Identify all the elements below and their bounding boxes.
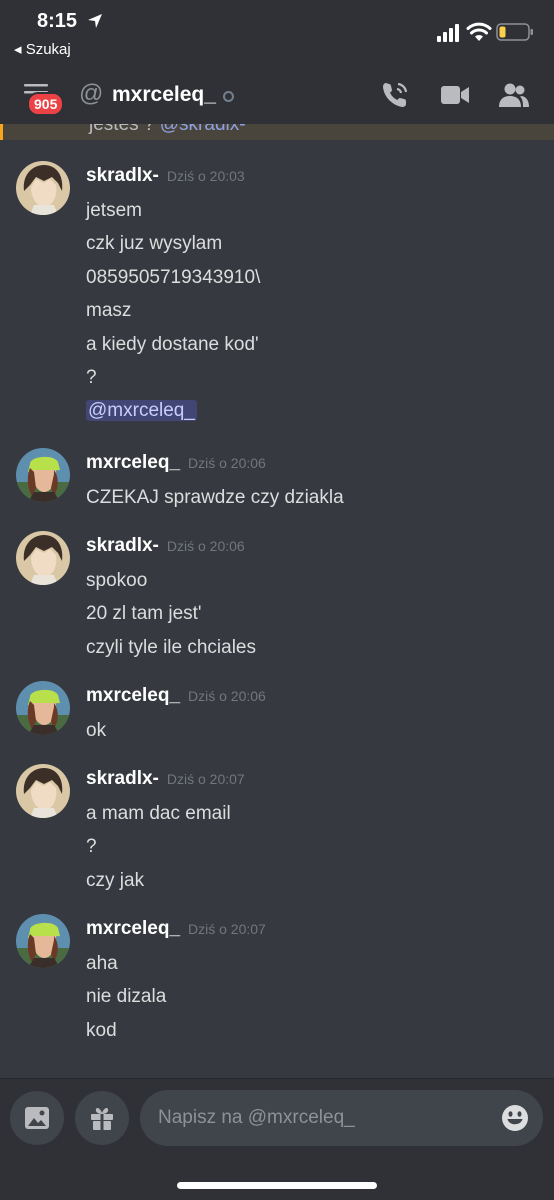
image-icon xyxy=(25,1107,49,1129)
emoji-icon[interactable] xyxy=(500,1103,530,1133)
message-text: czk juz wysylam xyxy=(86,233,223,255)
message-list[interactable]: jesteś ? @skradlx- skradlx- Dziś o 20:03 … xyxy=(0,124,554,1078)
cellular-signal-icon xyxy=(437,24,459,42)
reply-preview-text: jesteś ? @skradlx- xyxy=(89,124,246,136)
message-text: 0859505719343910\ xyxy=(86,266,261,288)
message-text: masz xyxy=(86,300,132,322)
avatar-mxrceleq[interactable] xyxy=(16,448,70,502)
author-name[interactable]: skradlx- xyxy=(86,165,159,186)
location-arrow-icon xyxy=(88,14,102,28)
battery-icon xyxy=(496,23,533,41)
message-input[interactable] xyxy=(158,1090,488,1146)
message-timestamp: Dziś o 20:06 xyxy=(188,688,266,704)
message-mention-line: @mxrceleq_ xyxy=(86,394,260,427)
reply-preview-mention: @skradlx- xyxy=(159,124,246,135)
attach-image-button[interactable] xyxy=(10,1091,64,1145)
message-text: aha xyxy=(86,953,118,974)
gift-button[interactable] xyxy=(75,1091,129,1145)
message-text: ok xyxy=(86,720,107,741)
reply-preview-body: jesteś ? xyxy=(89,124,160,135)
gift-icon xyxy=(91,1108,113,1130)
avatar-skradlx[interactable] xyxy=(16,764,70,818)
highlighted-message-preview: jesteś ? @skradlx- xyxy=(0,124,554,140)
message-text: czyli tyle ile chciales xyxy=(86,636,256,658)
message-text: 20 zl tam jest' xyxy=(86,603,202,625)
home-indicator xyxy=(177,1182,377,1189)
message-text: a mam dac email xyxy=(86,803,231,824)
message-text: spokoo xyxy=(86,570,148,591)
author-name[interactable]: mxrceleq_ xyxy=(86,452,180,473)
message-header: mxrceleq_ Dziś o 20:06 xyxy=(86,452,266,474)
message-text: kod xyxy=(86,1019,117,1041)
message-input-container xyxy=(140,1090,543,1146)
status-time: 8:15 xyxy=(37,10,78,32)
message-text: ? xyxy=(86,836,97,858)
message-text: ? xyxy=(86,367,97,389)
message-header: skradlx- Dziś o 20:03 xyxy=(86,165,245,187)
author-name[interactable]: mxrceleq_ xyxy=(86,918,180,939)
message-header: mxrceleq_ Dziś o 20:06 xyxy=(86,685,266,707)
status-bar: 8:15 ◂ Szukaj xyxy=(0,0,554,70)
avatar-mxrceleq[interactable] xyxy=(16,914,70,968)
at-sign-icon: @ xyxy=(79,80,104,107)
message-timestamp: Dziś o 20:06 xyxy=(188,455,266,471)
message-text: nie dizala xyxy=(86,986,167,1008)
message-header: skradlx- Dziś o 20:06 xyxy=(86,535,245,557)
channel-title[interactable]: mxrceleq_ xyxy=(112,83,216,107)
author-name[interactable]: skradlx- xyxy=(86,768,159,789)
avatar-skradlx[interactable] xyxy=(16,161,70,215)
message-header: mxrceleq_ Dziś o 20:07 xyxy=(86,918,266,940)
message-timestamp: Dziś o 20:07 xyxy=(188,921,266,937)
video-call-icon[interactable] xyxy=(440,83,470,107)
message-timestamp: Dziś o 20:03 xyxy=(166,168,245,184)
voice-call-icon[interactable] xyxy=(380,80,410,110)
message-text: czy jak xyxy=(86,869,145,891)
author-name[interactable]: skradlx- xyxy=(86,535,159,556)
message-timestamp: Dziś o 20:07 xyxy=(166,771,245,787)
message-header: skradlx- Dziś o 20:07 xyxy=(86,768,245,790)
back-to-search-link[interactable]: ◂ Szukaj xyxy=(14,40,71,58)
avatar-skradlx[interactable] xyxy=(16,531,70,585)
wifi-icon xyxy=(466,22,492,41)
members-list-icon[interactable] xyxy=(498,82,530,108)
user-mention[interactable]: @mxrceleq_ xyxy=(86,400,197,422)
channel-header: 905 @ mxrceleq_ xyxy=(0,70,554,124)
message-text: CZEKAJ sprawdze czy dziakla xyxy=(86,487,344,508)
offline-status-icon xyxy=(223,91,234,102)
message-timestamp: Dziś o 20:06 xyxy=(166,538,245,554)
unread-badge: 905 xyxy=(27,92,65,116)
author-name[interactable]: mxrceleq_ xyxy=(86,685,180,706)
message-text: jetsem xyxy=(86,200,142,221)
avatar-mxrceleq[interactable] xyxy=(16,681,70,735)
message-text: a kiedy dostane kod' xyxy=(86,333,259,355)
